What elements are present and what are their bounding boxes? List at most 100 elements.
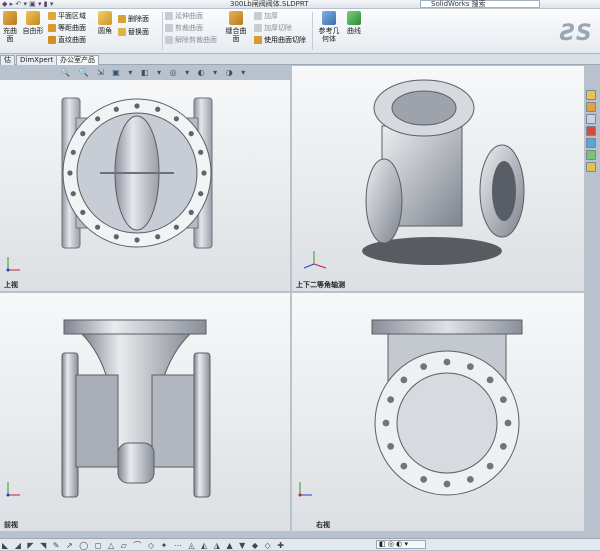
untrim-surface-label: 解除剪裁曲面 <box>175 36 217 44</box>
thicken-cut-button[interactable]: 加厚切除 <box>254 24 292 33</box>
bolt-hole <box>80 131 86 137</box>
viewport-top[interactable]: 上视 <box>0 80 290 291</box>
knit-surface-label-2: 面 <box>232 35 240 43</box>
reference-geometry-label: 参考几 <box>318 27 340 35</box>
design-library-icon[interactable] <box>586 102 596 112</box>
ruled-surface-button[interactable]: 直纹曲面 <box>48 36 86 45</box>
right-view-model <box>298 319 523 497</box>
trim-surface-button[interactable]: 剪裁曲面 <box>165 24 203 33</box>
bolt-hole <box>420 475 428 483</box>
delete-face-icon <box>118 15 126 23</box>
ribbon-separator <box>162 12 163 50</box>
reference-geometry-icon <box>322 11 336 25</box>
viewport-front[interactable]: 前视 <box>0 293 290 531</box>
bolt-hole <box>387 396 395 404</box>
bolt-hole <box>504 419 512 427</box>
isometric-view-model <box>303 79 525 269</box>
top-view-model <box>6 97 213 272</box>
task-pane-tabs[interactable] <box>586 90 598 174</box>
sketch-toolbar-icons[interactable]: ◣ ◢ ◤ ◥ ✎ ↗ ◯ ◻ △ ▱ ⌒ ◇ ✦ ⋯ ◬ ◭ ◮ ▲ ▼ ◆ … <box>2 540 286 551</box>
bolt-hole <box>134 237 140 243</box>
bolt-hole <box>155 234 161 240</box>
reference-geometry-label-2: 何体 <box>322 35 336 43</box>
planar-surface-button[interactable]: 平面区域 <box>48 12 86 21</box>
surface-cut-label: 使用曲面切除 <box>264 36 306 44</box>
trim-surface-icon <box>165 24 173 32</box>
search-input[interactable]: SolidWorks 搜索 <box>420 0 540 8</box>
curves-button[interactable]: 曲线 <box>344 11 364 35</box>
untrim-surface-button[interactable]: 解除剪裁曲面 <box>165 36 217 45</box>
fillet-button[interactable]: 圆角 <box>95 11 115 35</box>
bolt-hole <box>113 106 119 112</box>
ruled-surface-label: 直纹曲面 <box>58 36 86 44</box>
title-bar: ◆ ▸ ↶ ▾ ▣ ▾ ▮ ▾ 300Lb闸阀阀体.SLDPRT SolidWo… <box>0 0 600 9</box>
viewport-isometric[interactable]: 上下二等角轴测 <box>292 66 584 291</box>
bolt-hole <box>188 131 194 137</box>
curves-label: 曲线 <box>347 27 361 35</box>
view-palette-icon[interactable] <box>586 138 596 148</box>
view-label-top: 上视 <box>4 281 18 289</box>
bolt-hole <box>466 475 474 483</box>
custom-properties-icon[interactable] <box>586 162 596 172</box>
delete-face-button[interactable]: 删除面 <box>118 15 149 24</box>
surface-cut-button[interactable]: 使用曲面切除 <box>254 36 306 45</box>
offset-surface-button[interactable]: 等距曲面 <box>48 24 86 33</box>
quick-access-toolbar[interactable]: ◆ ▸ ↶ ▾ ▣ ▾ ▮ ▾ <box>2 0 53 8</box>
replace-face-button[interactable]: 替换面 <box>118 28 149 37</box>
knit-surface-icon <box>229 11 243 25</box>
replace-face-icon <box>118 28 126 36</box>
view-settings-control[interactable]: ◧ ◎ ◐ ▾ <box>376 540 426 549</box>
surface-cut-icon <box>254 36 262 44</box>
bolt-hole <box>198 191 204 197</box>
freeform-button[interactable]: 自由形 <box>22 11 44 35</box>
window-title: 300Lb闸阀阀体.SLDPRT <box>230 0 309 8</box>
bolt-hole <box>67 170 73 176</box>
heads-up-view-toolbar[interactable]: 🔍 🔍 ⇲ ▣ ▾ ◧ ▾ ◎ ▾ ◐ ▾ ◑ ▾ <box>60 68 248 77</box>
planar-surface-icon <box>48 12 56 20</box>
thicken-label: 加厚 <box>264 12 278 20</box>
bolt-hole <box>70 149 76 155</box>
bolt-hole <box>486 462 494 470</box>
command-manager-ribbon: 充曲面 自由形 平面区域 等距曲面 直纹曲面 圆角 删除面 替换面 延伸曲面 剪… <box>0 9 600 54</box>
bolt-hole <box>173 224 179 230</box>
fillet-label: 圆角 <box>98 27 112 35</box>
appearances-icon[interactable] <box>586 150 596 160</box>
view-label-right: 右视 <box>316 521 330 529</box>
bolt-hole <box>499 396 507 404</box>
bolt-hole <box>134 103 140 109</box>
fill-surface-button[interactable]: 充曲面 <box>0 11 20 43</box>
viewport-right[interactable]: 右视 <box>292 293 584 531</box>
command-tabs: 估 DimXpert 办公室产品 ▫ ▭ ✕ <box>0 54 600 117</box>
bolt-hole <box>443 358 451 366</box>
delete-face-label: 删除面 <box>128 15 149 23</box>
axis-triad <box>6 257 20 272</box>
bolt-hole <box>466 363 474 371</box>
axis-triad <box>298 482 312 497</box>
tab-evaluate[interactable]: 估 <box>0 55 15 65</box>
search-results-icon[interactable] <box>586 126 596 136</box>
planar-surface-label: 平面区域 <box>58 12 86 20</box>
bolt-hole <box>70 191 76 197</box>
tab-office-products[interactable]: 办公室产品 <box>56 55 99 65</box>
axis-triad <box>6 482 20 497</box>
offset-surface-label: 等距曲面 <box>58 24 86 32</box>
extend-surface-button[interactable]: 延伸曲面 <box>165 12 203 21</box>
untrim-surface-icon <box>165 36 173 44</box>
axis-triad <box>303 251 327 269</box>
bolt-hole <box>95 116 101 122</box>
replace-face-label: 替换面 <box>128 28 149 36</box>
view-label-front: 前视 <box>4 521 18 529</box>
bolt-hole <box>400 376 408 384</box>
thicken-button[interactable]: 加厚 <box>254 12 278 21</box>
knit-surface-button[interactable]: 缝合曲 面 <box>224 11 248 43</box>
bolt-hole <box>387 442 395 450</box>
front-view-model <box>6 319 211 498</box>
freeform-label: 自由形 <box>22 27 44 35</box>
reference-geometry-button[interactable]: 参考几 何体 <box>316 11 342 43</box>
file-explorer-icon[interactable] <box>586 114 596 124</box>
resources-icon[interactable] <box>586 90 596 100</box>
bolt-hole <box>382 419 390 427</box>
curves-icon <box>347 11 361 25</box>
offset-surface-icon <box>48 24 56 32</box>
tab-dimxpert[interactable]: DimXpert <box>16 55 58 65</box>
